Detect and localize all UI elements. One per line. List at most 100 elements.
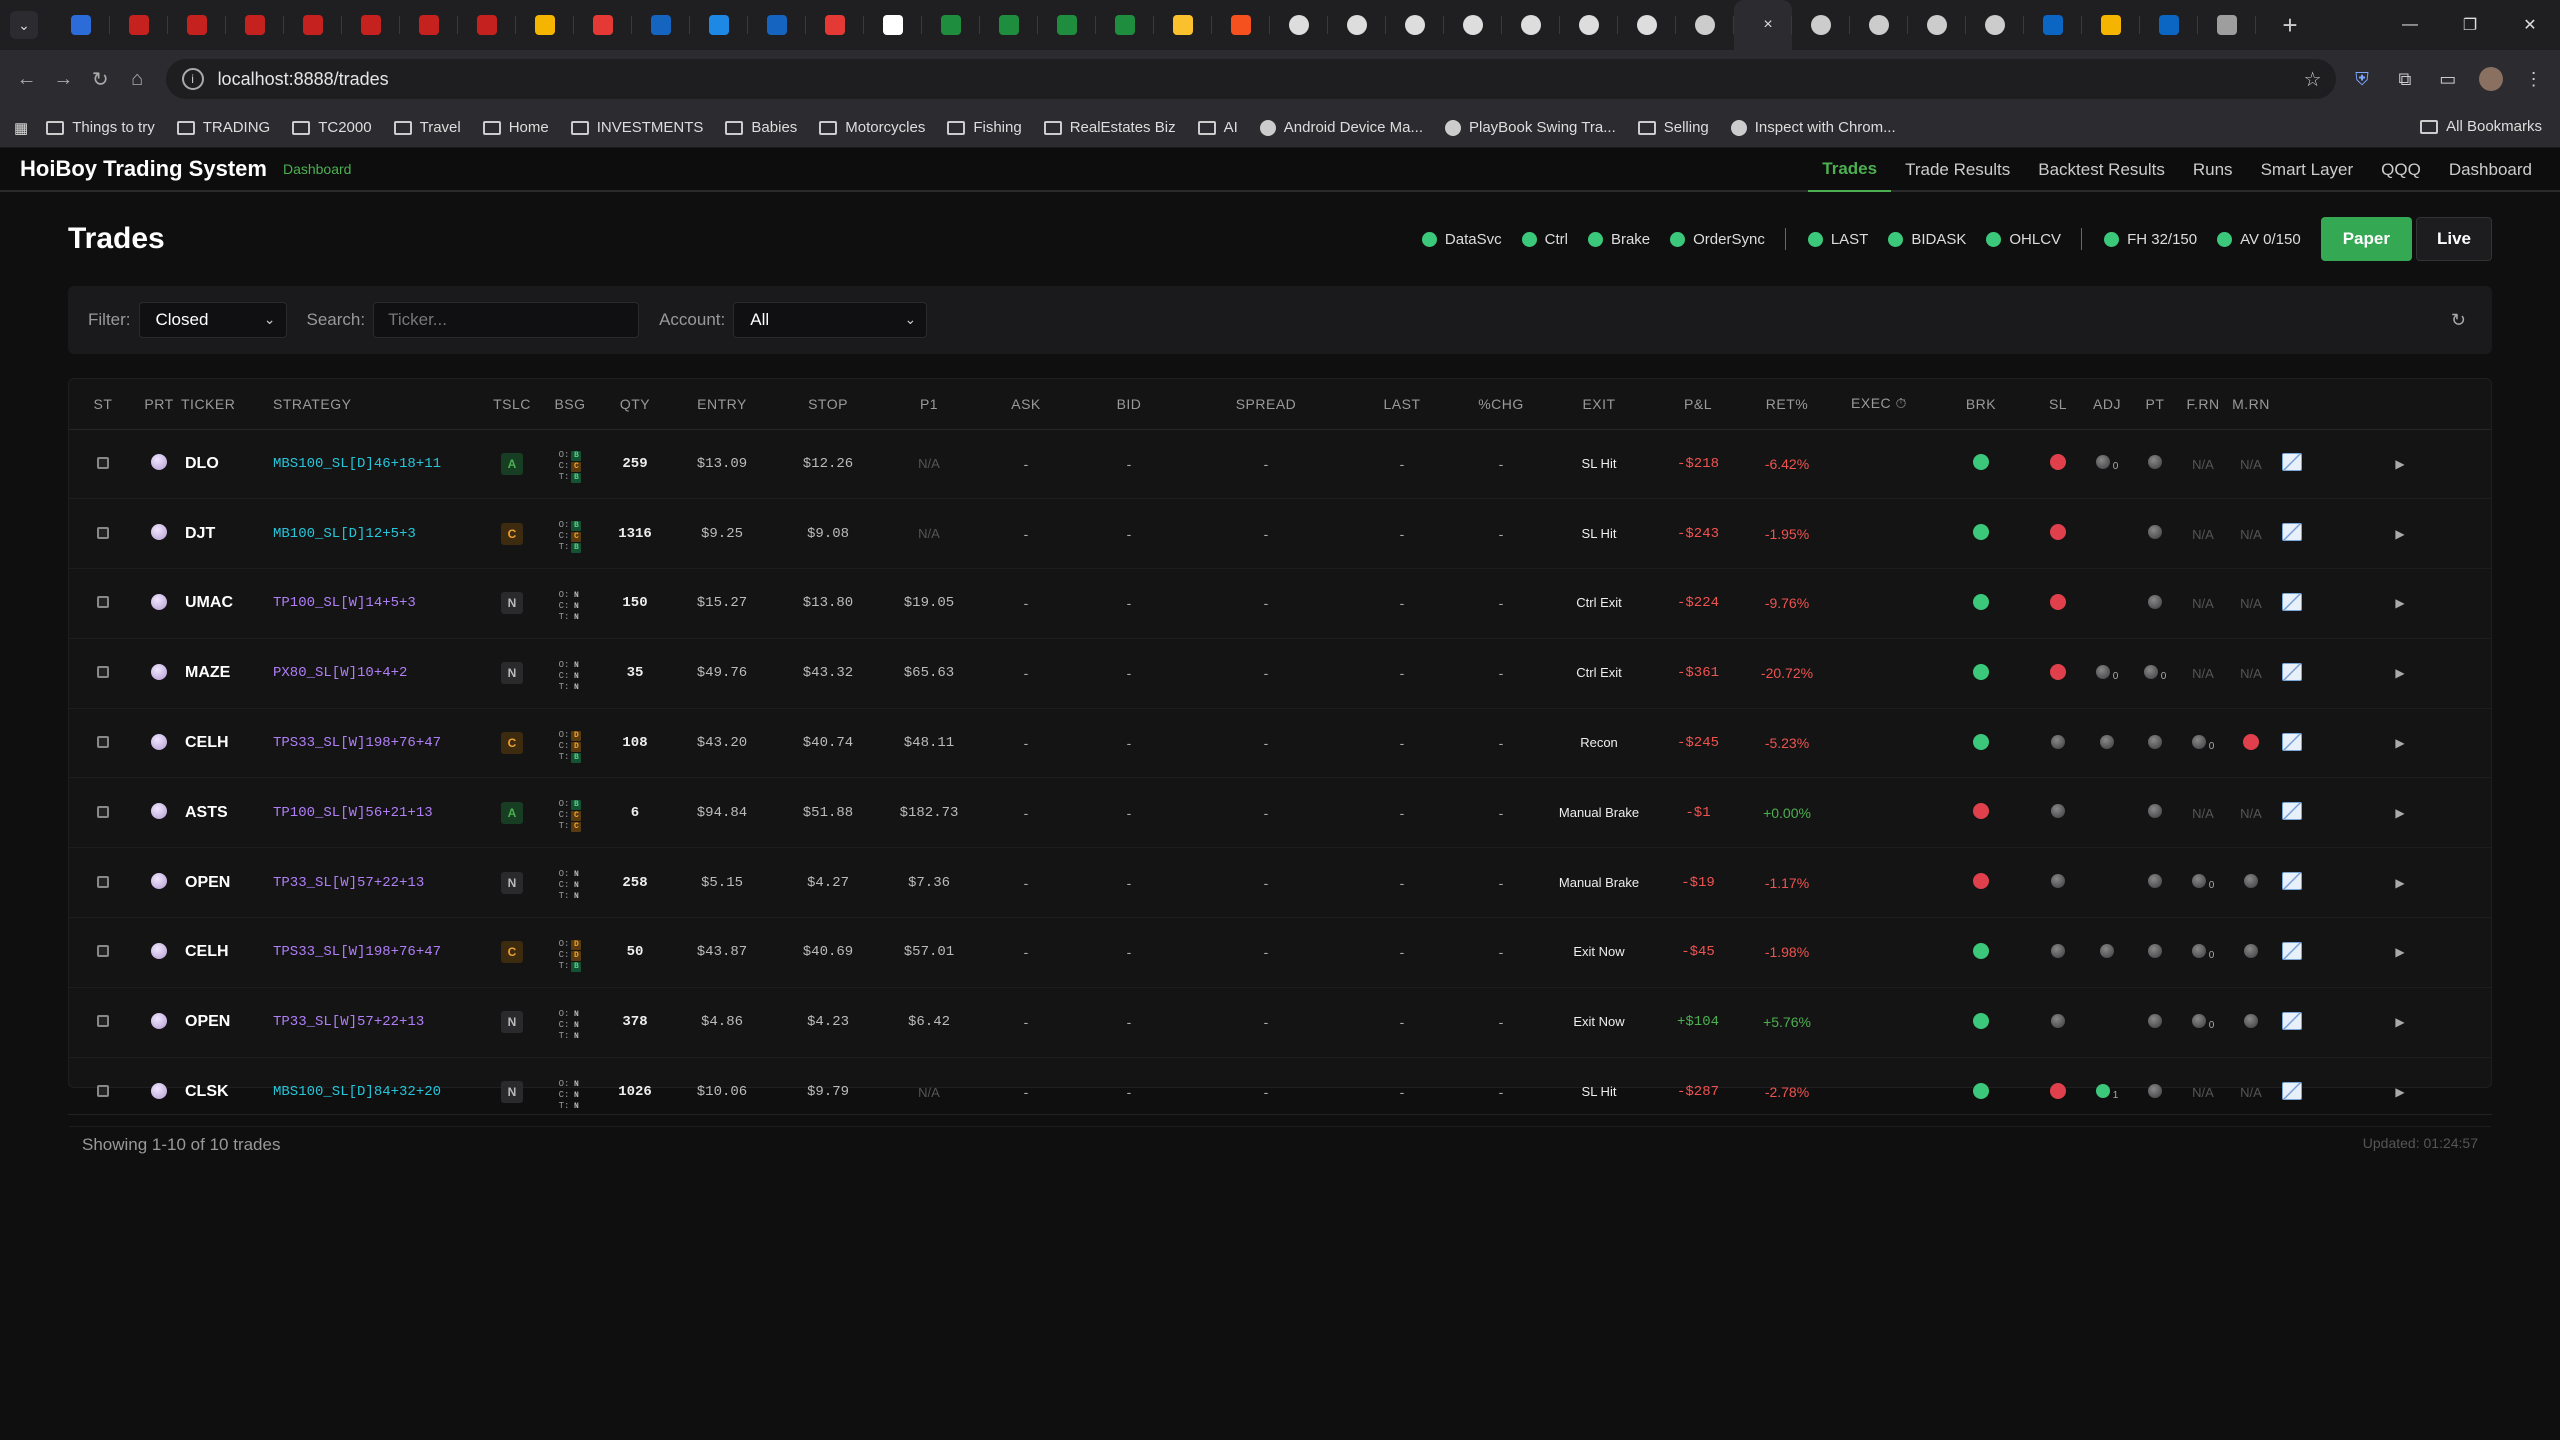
close-window-icon[interactable]: ✕ — [2500, 0, 2560, 50]
browser-tab[interactable] — [342, 0, 400, 50]
chart-icon[interactable] — [2282, 453, 2302, 472]
column-header[interactable]: P1 — [881, 379, 977, 430]
bookmark-item[interactable]: PlayBook Swing Tra... — [1445, 119, 1616, 136]
browser-tab[interactable] — [1792, 0, 1850, 50]
search-input[interactable]: Ticker... — [373, 302, 640, 338]
bookmark-item[interactable]: INVESTMENTS — [570, 119, 703, 136]
bookmark-item[interactable]: Selling — [1637, 119, 1709, 136]
play-icon[interactable]: ▶ — [2395, 596, 2404, 610]
column-header[interactable] — [2309, 379, 2491, 430]
status-checkbox[interactable] — [97, 805, 109, 818]
ticker-cell[interactable]: OPEN — [181, 987, 273, 1058]
browser-tab[interactable] — [1850, 0, 1908, 50]
site-info-icon[interactable]: i — [181, 68, 204, 90]
bookmark-item[interactable]: Things to try — [46, 119, 155, 136]
app-brand[interactable]: HoiBoy Trading System — [20, 156, 267, 182]
address-bar[interactable]: i localhost:8888/trades ☆ — [165, 59, 2336, 99]
table-row[interactable]: ASTS TP100_SL[W]56+21+13 A O: B C: C T: C 6 $94.84… — [69, 777, 2491, 849]
home-icon[interactable]: ⌂ — [121, 59, 154, 99]
bookmark-item[interactable]: Inspect with Chrom... — [1730, 119, 1896, 136]
column-header[interactable]: SL — [2033, 379, 2083, 430]
url-text[interactable]: localhost:8888/trades — [218, 69, 389, 90]
chart-icon[interactable] — [2282, 872, 2302, 891]
browser-tab[interactable] — [806, 0, 864, 50]
play-icon[interactable]: ▶ — [2395, 666, 2404, 680]
play-icon[interactable]: ▶ — [2395, 1015, 2404, 1029]
bookmark-star-icon[interactable]: ☆ — [2304, 67, 2322, 92]
browser-tab[interactable] — [1502, 0, 1560, 50]
all-bookmarks-button[interactable]: All Bookmarks — [2420, 118, 2542, 135]
browser-tab[interactable] — [864, 0, 922, 50]
strategy-cell[interactable]: PX80_SL[W]10+4+2 — [273, 638, 485, 709]
column-header[interactable]: PT — [2131, 379, 2179, 430]
play-icon[interactable]: ▶ — [2395, 806, 2404, 820]
strategy-cell[interactable]: TPS33_SL[W]198+76+47 — [273, 708, 485, 779]
browser-tab[interactable] — [1212, 0, 1270, 50]
strategy-cell[interactable]: TPS33_SL[W]198+76+47 — [273, 917, 485, 988]
ticker-cell[interactable]: DJT — [181, 498, 273, 570]
table-row[interactable]: CELH TPS33_SL[W]198+76+47 C O: D C: D T: B 108 $43… — [69, 708, 2491, 779]
ticker-cell[interactable]: MAZE — [181, 638, 273, 709]
play-icon[interactable]: ▶ — [2395, 736, 2404, 750]
live-mode-button[interactable]: Live — [2415, 217, 2492, 261]
column-header[interactable]: QTY — [601, 379, 669, 430]
nav-link-trades[interactable]: Trades — [1808, 148, 1892, 192]
bookmark-item[interactable]: RealEstates Biz — [1043, 119, 1176, 136]
forward-icon[interactable]: → — [47, 59, 80, 99]
table-row[interactable]: OPEN TP33_SL[W]57+22+13 N O: N C: N T: N 378 $4.86… — [69, 987, 2491, 1058]
browser-tab[interactable] — [400, 0, 458, 50]
chart-icon[interactable] — [2282, 523, 2302, 542]
ticker-cell[interactable]: CELH — [181, 708, 273, 779]
browser-tab[interactable] — [2198, 0, 2256, 50]
browser-tab[interactable] — [516, 0, 574, 50]
nav-link-smart-layer[interactable]: Smart Layer — [2247, 148, 2368, 192]
column-header[interactable]: EXIT — [1547, 379, 1651, 430]
browser-tab[interactable] — [1270, 0, 1328, 50]
strategy-cell[interactable]: TP100_SL[W]56+21+13 — [273, 777, 485, 849]
nav-link-qqq[interactable]: QQQ — [2367, 148, 2435, 192]
browser-tab[interactable] — [1618, 0, 1676, 50]
chart-icon[interactable] — [2282, 1011, 2302, 1030]
extensions-puzzle-icon[interactable]: ⧉ — [2388, 59, 2421, 99]
column-header[interactable]: P&L — [1651, 379, 1745, 430]
browser-tab[interactable] — [226, 0, 284, 50]
back-icon[interactable]: ← — [10, 59, 43, 99]
browser-tab[interactable] — [168, 0, 226, 50]
apps-grid-icon[interactable]: ▦ — [14, 119, 28, 137]
profile-avatar[interactable] — [2474, 59, 2507, 99]
strategy-cell[interactable]: MBS100_SL[D]46+18+11 — [273, 429, 485, 500]
browser-tab[interactable] — [2082, 0, 2140, 50]
column-header[interactable]: BSG — [539, 379, 601, 430]
sidebar-icon[interactable]: ▭ — [2431, 59, 2464, 99]
browser-tab[interactable] — [1386, 0, 1444, 50]
status-checkbox[interactable] — [97, 596, 109, 609]
column-header[interactable]: EXEC ⏱ — [1829, 379, 1929, 430]
play-icon[interactable]: ▶ — [2395, 527, 2404, 541]
nav-link-runs[interactable]: Runs — [2179, 148, 2247, 192]
browser-tab[interactable] — [458, 0, 516, 50]
column-header[interactable] — [2275, 379, 2309, 430]
reload-icon[interactable]: ↻ — [84, 59, 117, 99]
browser-tab[interactable] — [110, 0, 168, 50]
bookmark-item[interactable]: TC2000 — [292, 119, 372, 136]
status-checkbox[interactable] — [97, 875, 109, 888]
column-header[interactable]: ST — [69, 379, 137, 430]
filter-select[interactable]: Closed ⌄ — [138, 302, 287, 338]
table-row[interactable]: OPEN TP33_SL[W]57+22+13 N O: N C: N T: N 258 $5.15… — [69, 847, 2491, 919]
status-checkbox[interactable] — [97, 456, 109, 469]
column-header[interactable]: RET% — [1745, 379, 1829, 430]
status-checkbox[interactable] — [97, 1085, 109, 1098]
strategy-cell[interactable]: TP33_SL[W]57+22+13 — [273, 987, 485, 1058]
restore-icon[interactable]: ❐ — [2440, 0, 2500, 50]
browser-tab[interactable] — [1676, 0, 1734, 50]
app-sub-link[interactable]: Dashboard — [283, 161, 352, 177]
column-header[interactable]: M.RN — [2227, 379, 2275, 430]
browser-tab[interactable] — [1560, 0, 1618, 50]
extension-shield-icon[interactable]: ⛨ — [2346, 59, 2379, 99]
nav-link-dashboard[interactable]: Dashboard — [2435, 148, 2546, 192]
nav-link-backtest-results[interactable]: Backtest Results — [2024, 148, 2179, 192]
browser-tab[interactable]: × — [1734, 0, 1792, 50]
chart-icon[interactable] — [2282, 662, 2302, 681]
tab-search-icon[interactable]: ⌄ — [10, 11, 38, 39]
column-header[interactable]: STRATEGY — [273, 379, 485, 430]
